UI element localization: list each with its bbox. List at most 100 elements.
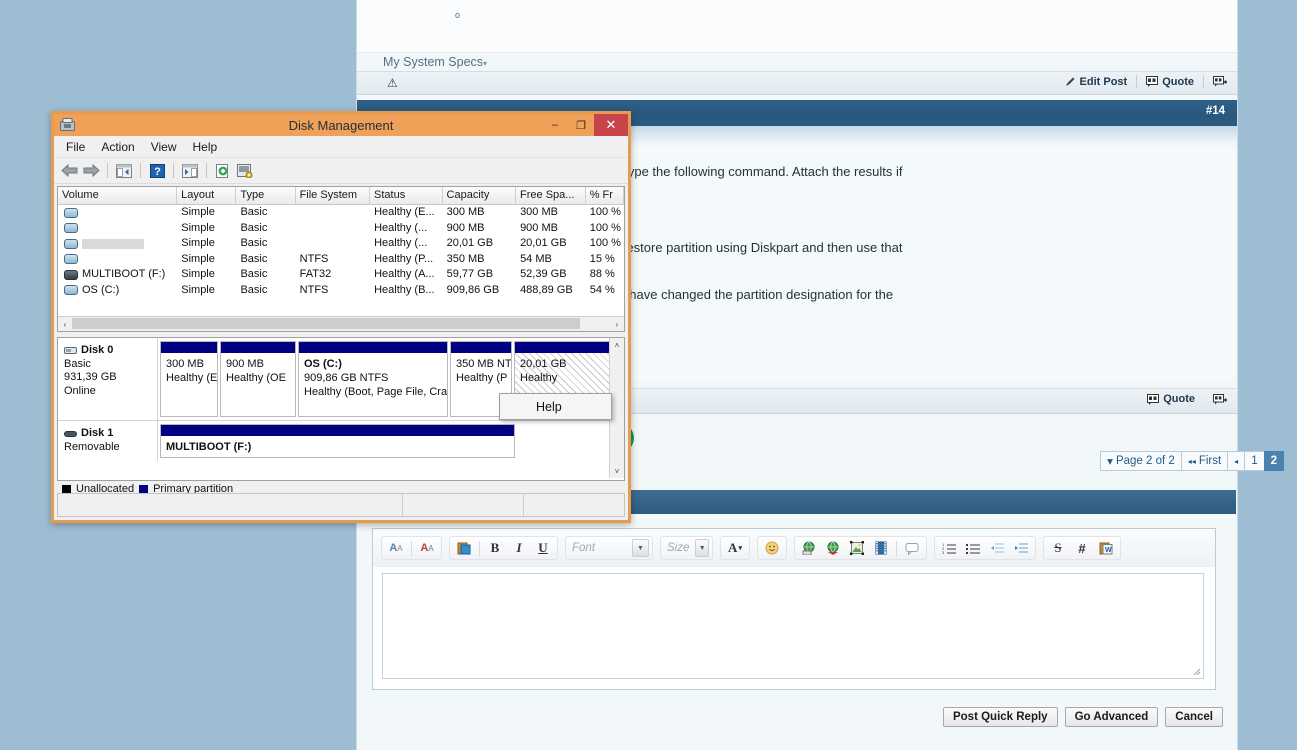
disk-0-info: Disk 0 Basic 931,39 GB Online: [58, 338, 158, 420]
menu-item-action[interactable]: Action: [95, 139, 140, 155]
divider: [411, 541, 412, 556]
strikethrough-icon[interactable]: S: [1047, 538, 1069, 559]
insert-quote-icon[interactable]: [901, 538, 923, 559]
paste-icon[interactable]: [453, 538, 475, 559]
context-menu-item-help[interactable]: Help: [536, 400, 562, 414]
menu-item-help[interactable]: Help: [187, 139, 224, 155]
partition[interactable]: MULTIBOOT (F:): [160, 424, 515, 458]
forward-icon[interactable]: [81, 161, 101, 180]
maximize-button[interactable]: ❐: [568, 114, 594, 136]
size-select-placeholder: Size: [667, 542, 689, 554]
table-row[interactable]: Simple Basic NTFS Healthy (P... 350 MB 5…: [58, 252, 624, 268]
font-color-icon[interactable]: A▾: [724, 538, 746, 559]
quote-button[interactable]: Quote: [1146, 76, 1194, 88]
cell-layout: Simple: [177, 236, 236, 252]
menu-item-view[interactable]: View: [145, 139, 183, 155]
disk-management-window[interactable]: Disk Management – ❐ ✕ File Action View H…: [51, 111, 631, 523]
partition-body: OS (C:) 909,86 GB NTFS Healthy (Boot, Pa…: [299, 353, 447, 416]
post-quick-reply-button[interactable]: Post Quick Reply: [943, 707, 1058, 727]
scroll-left-arrow-icon[interactable]: ‹: [58, 317, 72, 331]
bold-icon[interactable]: B: [484, 538, 506, 559]
partition-label: OS (C:): [304, 357, 443, 371]
scroll-up-arrow-icon[interactable]: ˄: [610, 338, 624, 352]
column-header-pct-free[interactable]: % Fr: [586, 187, 624, 204]
quote-button-footer[interactable]: Quote: [1147, 393, 1195, 405]
size-select[interactable]: Size ▼: [660, 536, 713, 560]
help-icon[interactable]: ?: [147, 161, 167, 180]
indent-icon[interactable]: [1010, 538, 1032, 559]
partition[interactable]: 900 MB Healthy (OE: [220, 341, 296, 417]
table-row[interactable]: MULTIBOOT (F:) Simple Basic FAT32 Health…: [58, 267, 624, 283]
italic-icon[interactable]: I: [508, 538, 530, 559]
insert-image-icon[interactable]: [846, 538, 868, 559]
quick-reply-textarea[interactable]: [382, 573, 1204, 679]
window-title-bar[interactable]: Disk Management – ❐ ✕: [54, 114, 628, 136]
remove-link-icon[interactable]: [822, 538, 844, 559]
insert-video-icon[interactable]: [870, 538, 892, 559]
show-action-pane-icon[interactable]: [180, 161, 200, 180]
divider: [1136, 75, 1137, 88]
partition-size: 350 MB NT: [456, 357, 507, 371]
scroll-down-arrow-icon[interactable]: ˅: [610, 464, 624, 478]
cell-free-space: 900 MB: [516, 221, 586, 237]
refresh-icon[interactable]: [213, 161, 233, 180]
resize-handle-icon[interactable]: [1191, 666, 1201, 676]
volume-list-hscrollbar[interactable]: ‹ ›: [58, 316, 624, 331]
disk-row-1[interactable]: Disk 1 Removable MULTIBOOT (F:): [58, 421, 624, 461]
partition[interactable]: 300 MB Healthy (E: [160, 341, 218, 417]
column-header-volume[interactable]: Volume: [58, 187, 177, 204]
volume-list-empty-space: [58, 298, 624, 316]
window-controls: – ❐ ✕: [542, 114, 628, 136]
prev-page-button[interactable]: ◂: [1227, 451, 1245, 471]
page-2-button[interactable]: 2: [1264, 451, 1284, 471]
remove-formatting-icon[interactable]: AA: [385, 538, 407, 559]
menu-item-file[interactable]: File: [60, 139, 91, 155]
my-system-specs-link[interactable]: My System Specs▾: [383, 55, 487, 69]
undo-formatting-icon[interactable]: AA: [416, 538, 438, 559]
go-advanced-button[interactable]: Go Advanced: [1065, 707, 1159, 727]
menu-bar: File Action View Help: [54, 136, 628, 158]
pagination: ▾ Page 2 of 2 ◂◂ First ◂ 1 2: [1101, 451, 1284, 471]
edit-post-button[interactable]: Edit Post: [1065, 76, 1128, 88]
page-dropdown-button[interactable]: ▾ Page 2 of 2: [1100, 451, 1182, 471]
report-post-icon[interactable]: ⚠: [387, 76, 398, 90]
page-1-button[interactable]: 1: [1244, 451, 1264, 471]
partition[interactable]: OS (C:) 909,86 GB NTFS Healthy (Boot, Pa…: [298, 341, 448, 417]
multiquote-button-footer[interactable]: [1213, 394, 1227, 405]
multiquote-button[interactable]: [1213, 76, 1227, 87]
insert-link-icon[interactable]: [798, 538, 820, 559]
context-menu[interactable]: Help: [499, 393, 612, 420]
paste-from-word-icon[interactable]: W: [1095, 538, 1117, 559]
column-header-type[interactable]: Type: [236, 187, 295, 204]
column-header-layout[interactable]: Layout: [177, 187, 236, 204]
first-page-button[interactable]: ◂◂ First: [1181, 451, 1228, 471]
rescan-disks-icon[interactable]: [235, 161, 255, 180]
table-row[interactable]: Simple Basic Healthy (... 900 MB 900 MB …: [58, 221, 624, 237]
hash-icon[interactable]: #: [1071, 538, 1093, 559]
table-row[interactable]: OS (C:) Simple Basic NTFS Healthy (B... …: [58, 283, 624, 299]
minimize-button[interactable]: –: [542, 114, 568, 136]
scrollbar-thumb[interactable]: [72, 318, 580, 329]
close-button[interactable]: ✕: [594, 114, 628, 136]
table-row[interactable]: Simple Basic Healthy (... 20,01 GB 20,01…: [58, 236, 624, 252]
cell-capacity: 300 MB: [443, 205, 516, 221]
cell-status: Healthy (...: [370, 221, 443, 237]
partition-size: 20,01 GB: [520, 357, 617, 371]
ordered-list-icon[interactable]: 123: [938, 538, 960, 559]
back-icon[interactable]: [59, 161, 79, 180]
first-page-label: First: [1199, 455, 1221, 467]
column-header-status[interactable]: Status: [370, 187, 443, 204]
column-header-capacity[interactable]: Capacity: [443, 187, 516, 204]
column-header-free-space[interactable]: Free Spa...: [516, 187, 586, 204]
column-header-file-system[interactable]: File System: [296, 187, 370, 204]
show-hide-console-tree-icon[interactable]: [114, 161, 134, 180]
cancel-button[interactable]: Cancel: [1165, 707, 1223, 727]
unordered-list-icon[interactable]: [962, 538, 984, 559]
scroll-right-arrow-icon[interactable]: ›: [610, 317, 624, 331]
font-select[interactable]: Font ▼: [565, 536, 653, 560]
outdent-icon[interactable]: [986, 538, 1008, 559]
cell-file-system: FAT32: [296, 267, 370, 283]
underline-icon[interactable]: U: [532, 538, 554, 559]
smilie-icon[interactable]: [761, 538, 783, 559]
table-row[interactable]: Simple Basic Healthy (E... 300 MB 300 MB…: [58, 205, 624, 221]
